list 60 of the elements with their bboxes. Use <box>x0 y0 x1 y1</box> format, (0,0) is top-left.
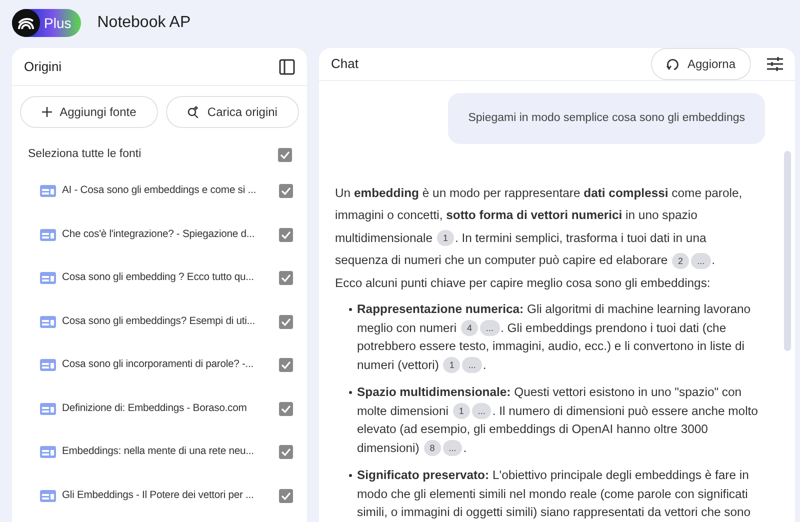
answer-paragraph: Ecco alcuni punti chiave per capire meglio cosa sono gli embeddings: <box>335 274 712 292</box>
citation-chip[interactable]: ... <box>480 320 500 336</box>
checkbox[interactable] <box>278 148 292 162</box>
source-title[interactable]: Cosa sono gli embedding ? Ecco tutto qu... <box>62 270 273 286</box>
web-source-icon <box>40 359 56 371</box>
checkbox[interactable] <box>279 184 293 198</box>
citation-chip[interactable]: ... <box>472 403 492 420</box>
source-title[interactable]: Gli Embeddings - Il Potere dei vettori per ... <box>62 488 273 504</box>
citation-chip[interactable]: ... <box>442 440 462 456</box>
sidebar-toggle-icon[interactable] <box>279 58 295 74</box>
citation-chip[interactable]: ... <box>462 357 482 374</box>
checkbox[interactable] <box>279 445 293 459</box>
checkbox[interactable] <box>279 402 293 416</box>
settings-icon[interactable] <box>767 57 783 71</box>
bullet-text: Significato preservato: L'obiettivo principale degli embeddings è fare in modo che gli elementi simili nel mondo reale (come parole con significati simili, o immagini di oggetti simili) siano rappresentati da vettori che sono <box>357 467 752 521</box>
user-message: Spiegami in modo semplice cosa sono gli embeddings <box>448 93 765 144</box>
bullet-icon <box>349 391 352 394</box>
web-source-icon <box>40 272 56 284</box>
logo-icon <box>12 9 40 37</box>
bullet-icon <box>349 308 352 311</box>
source-title[interactable]: Cosa sono gli embeddings? Esempi di uti... <box>62 314 273 330</box>
source-title[interactable]: AI - Cosa sono gli embeddings e come si ... <box>62 183 273 199</box>
bullet-text: Spazio multidimensionale: Questi vettori esistono in uno "spazio" con molte dimensioni 1 ... . Il numero di dimensioni può essere anche molto elevato (ad esempio, gli embeddings di OpenAI hanno oltre 3000 dimensioni) 8 ... . <box>357 384 759 457</box>
citation-chip[interactable]: 1 <box>436 230 454 246</box>
citation-chip[interactable]: 2 <box>672 252 690 269</box>
web-source-icon <box>40 446 56 458</box>
citation-chip[interactable]: ... <box>691 252 711 269</box>
checkbox[interactable] <box>279 271 293 285</box>
source-title[interactable]: Definizione di: Embeddings - Boraso.com <box>62 400 273 416</box>
source-title[interactable]: Cosa sono gli incorporamenti di parole? -... <box>62 357 273 373</box>
bullet-text: Rappresentazione numerica: Gli algoritmi di machine learning lavorano meglio con numeri 4 ... . Gli embeddings prendono i tuoi dati (che potrebbero essere testo, immagini, audio, ecc.) e li convertono in liste di numeri (vettori) 1 ... . <box>357 301 752 374</box>
panel-title: Chat <box>331 55 358 74</box>
panel-title: Origini <box>24 58 62 76</box>
citation-chip[interactable]: 1 <box>443 357 460 374</box>
checkbox[interactable] <box>279 488 293 502</box>
web-source-icon <box>40 402 56 414</box>
add-source-button[interactable]: Aggiungi fonte <box>20 96 158 128</box>
plus-badge: Plus <box>12 9 82 37</box>
checkbox[interactable] <box>279 314 293 328</box>
citation-chip[interactable]: 8 <box>424 440 441 456</box>
bullet-icon <box>349 474 352 477</box>
answer-paragraph: Un embedding è un modo per rappresentare dati complessi come parole, immagini o concetti, sotto forma di vettori numerici in uno spazio multidimensionale 1 . In termini semplici, trasforma i tuoi dati in una sequenza di numeri che un computer può capire ed elaborare 2 ... . <box>335 184 744 271</box>
web-source-icon <box>40 490 56 502</box>
scrollbar[interactable] <box>784 151 791 351</box>
refresh-button[interactable]: Aggiorna <box>651 48 751 80</box>
citation-chip[interactable]: 4 <box>460 320 478 336</box>
notebook-title: Notebook AP <box>97 13 191 33</box>
discover-sources-button[interactable]: Carica origini <box>166 96 300 128</box>
web-source-icon <box>40 316 56 328</box>
search-sparkle-icon <box>187 106 200 118</box>
source-title[interactable]: Che cos'è l'integrazione? - Spiegazione d... <box>62 226 273 242</box>
citation-chip[interactable]: 1 <box>452 403 470 420</box>
source-title[interactable]: Embeddings: nella mente di una rete neu... <box>62 444 273 460</box>
select-all-label: Seleziona tutte le fonti <box>28 147 142 162</box>
checkbox[interactable] <box>279 358 293 372</box>
plus-icon <box>42 107 52 117</box>
refresh-icon <box>666 58 680 70</box>
web-source-icon <box>40 185 56 197</box>
checkbox[interactable] <box>279 228 293 242</box>
web-source-icon <box>40 228 56 240</box>
